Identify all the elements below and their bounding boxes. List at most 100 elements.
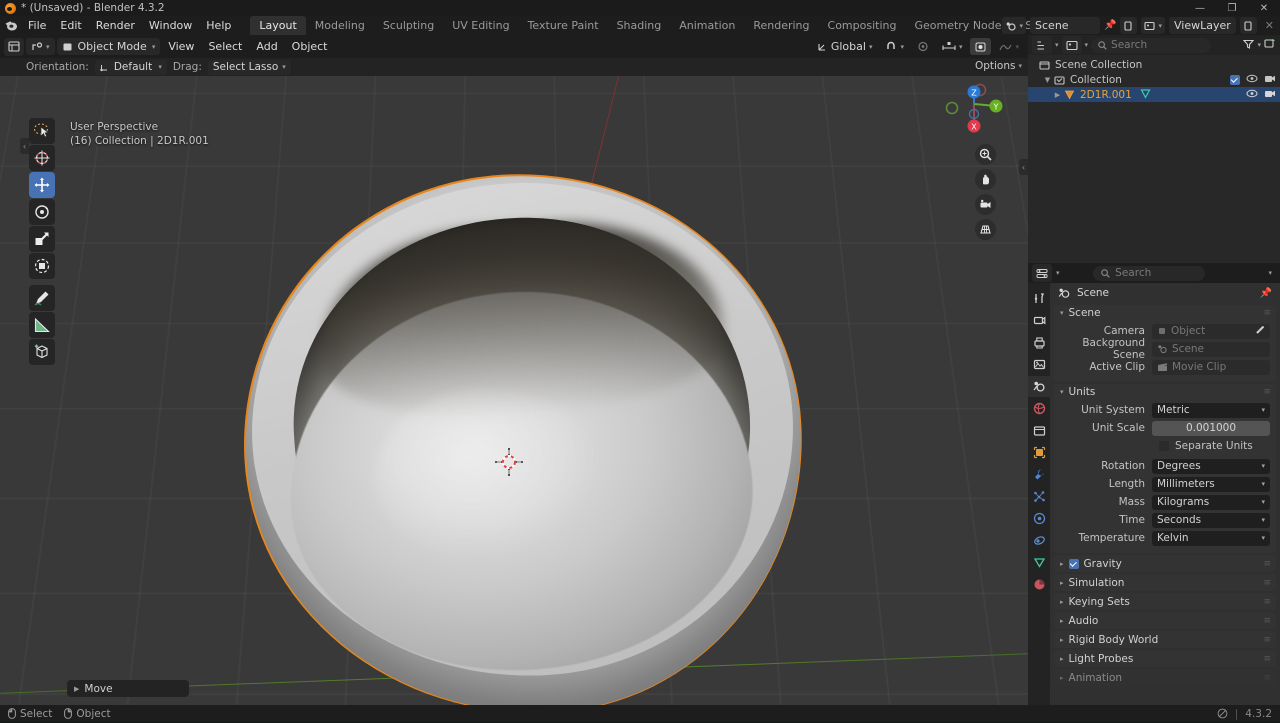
orientation-dropdown[interactable]: Default ▾: [95, 60, 167, 75]
workspace-tab-uv-editing[interactable]: UV Editing: [443, 16, 518, 35]
tool-cursor[interactable]: [29, 145, 55, 171]
properties-editor-type-icon[interactable]: [1032, 264, 1052, 282]
mesh-data-icon[interactable]: [1140, 88, 1151, 102]
scene-browse-icon[interactable]: ▾: [1002, 17, 1027, 34]
tool-select-lasso[interactable]: [29, 118, 55, 144]
new-scene-button[interactable]: [1120, 17, 1137, 34]
camera-icon[interactable]: [975, 194, 996, 215]
light-probes-panel-header[interactable]: ▸ Light Probes ≡: [1054, 650, 1276, 667]
properties-tab-scene[interactable]: [1028, 376, 1050, 397]
camera-render-icon[interactable]: [1264, 74, 1276, 86]
properties-tab-material[interactable]: [1028, 574, 1050, 595]
ortho-persp-icon[interactable]: [975, 219, 996, 240]
rigid-body-world-panel-header[interactable]: ▸ Rigid Body World ≡: [1054, 631, 1276, 648]
background-scene-field[interactable]: Scene: [1152, 342, 1270, 357]
menu-render[interactable]: Render: [89, 16, 142, 35]
workspace-tab-animation[interactable]: Animation: [670, 16, 744, 35]
pin-properties-icon[interactable]: 📌: [1260, 288, 1272, 299]
viewlayer-browse-icon[interactable]: ▾: [1141, 17, 1165, 34]
show-gizmo-toggle[interactable]: [970, 38, 991, 55]
workspace-tab-geometry-nodes[interactable]: Geometry Nodes: [905, 16, 1016, 35]
outliner-filter-caret[interactable]: ▾: [1257, 41, 1261, 49]
tool-add-cube[interactable]: [29, 339, 55, 365]
viewport-menu-object[interactable]: Object: [286, 37, 334, 56]
properties-tab-output[interactable]: [1028, 332, 1050, 353]
rotation-dropdown[interactable]: Degrees ▾: [1152, 459, 1270, 474]
mass-dropdown[interactable]: Kilograms ▾: [1152, 495, 1270, 510]
pan-icon[interactable]: [975, 169, 996, 190]
workspace-tab-shading[interactable]: Shading: [608, 16, 671, 35]
properties-tab-collection[interactable]: [1028, 420, 1050, 441]
units-panel-header[interactable]: ▾ Units ≡: [1054, 384, 1276, 400]
properties-tab-render[interactable]: [1028, 310, 1050, 331]
gravity-checkbox[interactable]: [1069, 559, 1079, 569]
pin-scene-icon[interactable]: 📌: [1104, 20, 1116, 31]
viewport-menu-select[interactable]: Select: [202, 37, 248, 56]
close-button[interactable]: ✕: [1248, 0, 1280, 16]
transform-orientation-dropdown[interactable]: Global ▾: [812, 38, 878, 55]
tool-annotate[interactable]: [29, 285, 55, 311]
editor-type-icon[interactable]: [4, 38, 24, 56]
viewport-options-dropdown[interactable]: Options ▾: [975, 60, 1022, 72]
properties-tab-world[interactable]: [1028, 398, 1050, 419]
scene-name-field[interactable]: Scene: [1030, 17, 1100, 34]
tool-scale[interactable]: [29, 226, 55, 252]
zoom-icon[interactable]: [975, 144, 996, 165]
camera-field[interactable]: Object: [1152, 324, 1270, 339]
outliner-new-collection-icon[interactable]: [1264, 38, 1276, 52]
menu-edit[interactable]: Edit: [53, 16, 88, 35]
outliner-row-2d1r001[interactable]: ▶ 2D1R.001: [1028, 87, 1280, 102]
viewport-menu-add[interactable]: Add: [250, 37, 283, 56]
temperature-dropdown[interactable]: Kelvin ▾: [1152, 531, 1270, 546]
menu-help[interactable]: Help: [199, 16, 238, 35]
tool-rotate[interactable]: [29, 199, 55, 225]
time-dropdown[interactable]: Seconds ▾: [1152, 513, 1270, 528]
minimize-button[interactable]: —: [1184, 0, 1216, 16]
operator-panel[interactable]: ▶ Move: [67, 680, 189, 697]
gravity-panel-header[interactable]: ▸ Gravity ≡: [1054, 555, 1276, 572]
outliner-editor-type-icon[interactable]: [1032, 36, 1052, 54]
menu-window[interactable]: Window: [142, 16, 199, 35]
properties-tab-tool[interactable]: [1028, 288, 1050, 309]
unit-system-dropdown[interactable]: Metric ▾: [1152, 403, 1270, 418]
properties-tab-view-layer[interactable]: [1028, 354, 1050, 375]
properties-tab-data[interactable]: [1028, 552, 1050, 573]
workspace-tab-sculpting[interactable]: Sculpting: [374, 16, 443, 35]
eye-icon[interactable]: [1246, 74, 1258, 86]
properties-tab-constraints[interactable]: [1028, 530, 1050, 551]
outliner-filter-icon[interactable]: [1243, 39, 1254, 52]
collection-checkbox[interactable]: [1230, 75, 1240, 85]
properties-tab-particles[interactable]: [1028, 486, 1050, 507]
outliner-row-collection[interactable]: ▼ Collection: [1028, 72, 1280, 87]
audio-panel-header[interactable]: ▸ Audio ≡: [1054, 612, 1276, 629]
workspace-tab-compositing[interactable]: Compositing: [819, 16, 906, 35]
animation-panel-header[interactable]: ▸ Animation ≡: [1054, 669, 1276, 686]
simulation-panel-header[interactable]: ▸ Simulation ≡: [1054, 574, 1276, 591]
mesh-object-2d1r[interactable]: [244, 174, 802, 705]
properties-search-input[interactable]: Search: [1093, 266, 1205, 281]
workspace-tab-modeling[interactable]: Modeling: [306, 16, 374, 35]
outliner-display-mode-icon[interactable]: [1062, 36, 1082, 54]
outliner-search-input[interactable]: Search: [1091, 38, 1211, 53]
workspace-tab-rendering[interactable]: Rendering: [744, 16, 818, 35]
show-overlays-toggle[interactable]: ▾: [994, 38, 1024, 55]
keying-sets-panel-header[interactable]: ▸ Keying Sets ≡: [1054, 593, 1276, 610]
viewport-canvas[interactable]: User Perspective (16) Collection | 2D1R.…: [0, 76, 1028, 705]
tool-transform[interactable]: [29, 253, 55, 279]
workspace-tab-layout[interactable]: Layout: [250, 16, 305, 35]
eye-icon[interactable]: [1246, 89, 1258, 101]
new-viewlayer-button[interactable]: [1240, 17, 1257, 34]
tool-measure[interactable]: [29, 312, 55, 338]
eyedropper-icon[interactable]: [1255, 325, 1265, 338]
outliner-tree[interactable]: Scene Collection ▼ Collection: [1028, 55, 1280, 263]
properties-tab-physics[interactable]: [1028, 508, 1050, 529]
proportional-edit-icon[interactable]: [912, 38, 934, 55]
properties-tab-modifiers[interactable]: [1028, 464, 1050, 485]
separate-units-checkbox[interactable]: [1159, 441, 1169, 451]
blender-menu-icon[interactable]: [4, 19, 19, 32]
menu-file[interactable]: File: [21, 16, 53, 35]
sidebar-toggle-right[interactable]: ‹: [1019, 159, 1028, 175]
scene-panel-header[interactable]: ▾ Scene ≡: [1054, 305, 1276, 321]
viewport-menu-view[interactable]: View: [162, 37, 200, 56]
workspace-tab-texture-paint[interactable]: Texture Paint: [519, 16, 608, 35]
